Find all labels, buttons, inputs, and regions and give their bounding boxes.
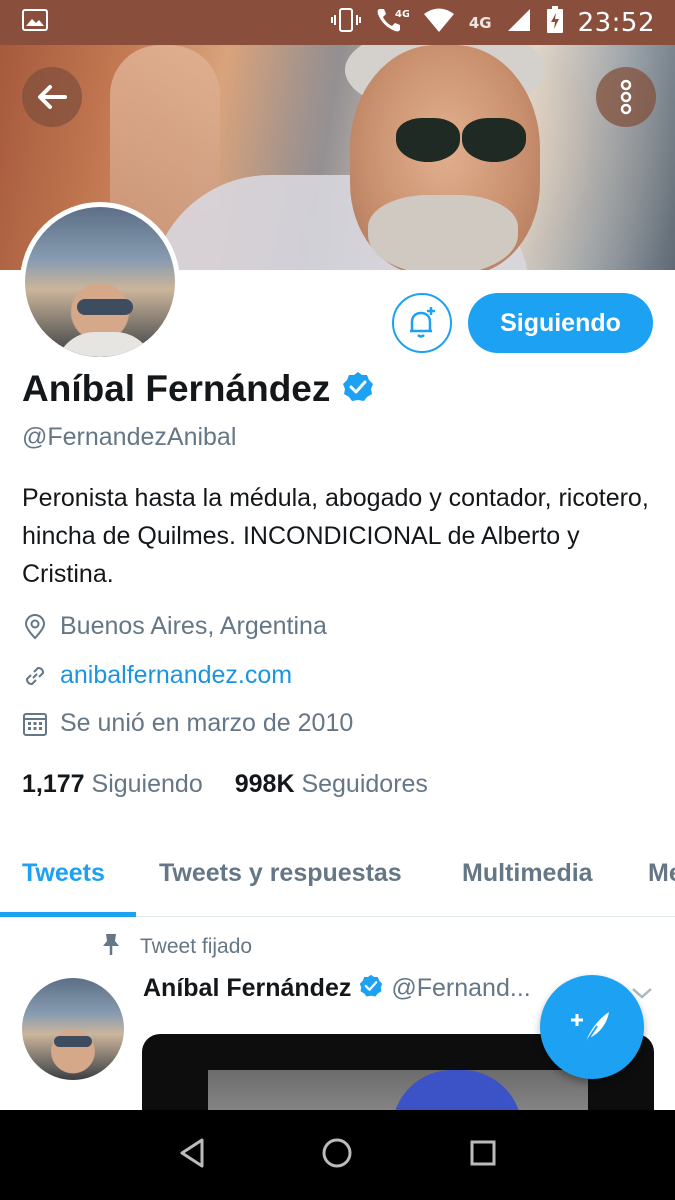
tab-media[interactable]: Multimedia [462, 830, 593, 916]
clock: 23:52 [577, 7, 655, 38]
svg-text:4G: 4G [395, 9, 409, 20]
website-link[interactable]: anibalfernandez.com [60, 661, 292, 690]
tweet-author-handle: @Fernand... [391, 974, 531, 1002]
tab-likes[interactable]: Me [648, 830, 675, 916]
following-count[interactable]: 1,177 Siguiendo [22, 770, 203, 799]
vibrate-icon [330, 7, 361, 38]
battery-icon [546, 6, 564, 39]
wifi-icon [423, 7, 455, 38]
status-bar: 4G 4G 23:52 [0, 0, 675, 45]
profile-avatar[interactable] [20, 202, 180, 362]
verified-badge-icon [342, 371, 374, 408]
profile-bio: Peronista hasta la médula, abogado y con… [22, 484, 649, 588]
profile-handle: @FernandezAnibal [22, 423, 237, 451]
tab-tweets-and-replies[interactable]: Tweets y respuestas [159, 830, 402, 916]
active-tab-indicator [0, 912, 136, 917]
following-button[interactable]: Siguiendo [468, 293, 653, 353]
system-navigation-bar [0, 1110, 675, 1200]
arrow-left-icon [38, 85, 67, 109]
followers-count-value: 998K [234, 770, 295, 798]
signal-icon [506, 7, 532, 38]
compose-feather-icon [571, 1012, 609, 1045]
tweet-verified-badge-icon [359, 974, 383, 1003]
profile-name-row: Aníbal Fernández [22, 368, 374, 410]
wifi-call-icon: 4G [375, 6, 410, 39]
location-pin-icon [22, 613, 48, 640]
more-options-button[interactable] [596, 67, 656, 127]
profile-tabs: Tweets Tweets y respuestas Multimedia Me [0, 830, 675, 917]
notifications-bell-button[interactable] [392, 293, 452, 353]
profile-join-date: Se unió en marzo de 2010 [22, 709, 353, 738]
bell-plus-icon [410, 307, 435, 338]
compose-tweet-button[interactable] [540, 975, 644, 1079]
tweet-author-name: Aníbal Fernández [143, 974, 352, 1002]
calendar-icon [22, 711, 48, 737]
follow-counts: 1,177 Siguiendo 998K Seguidores [22, 770, 428, 799]
recent-apps-square-icon[interactable] [469, 1139, 497, 1172]
home-circle-icon[interactable] [321, 1137, 353, 1174]
tweet-author-avatar[interactable] [22, 978, 124, 1080]
link-icon [22, 663, 48, 689]
image-icon [22, 9, 48, 36]
back-button[interactable] [22, 67, 82, 127]
profile-website: anibalfernandez.com [22, 661, 292, 690]
following-count-label: Siguiendo [91, 770, 203, 798]
pin-icon [100, 932, 122, 962]
back-triangle-icon[interactable] [178, 1137, 206, 1174]
profile-name: Aníbal Fernández [22, 368, 331, 409]
pinned-tweet-label: Tweet fijado [100, 932, 252, 962]
followers-count[interactable]: 998K Seguidores [235, 770, 428, 799]
join-date-text: Se unió en marzo de 2010 [60, 709, 354, 737]
more-vertical-icon [620, 79, 632, 115]
followers-count-label: Seguidores [301, 770, 428, 798]
tab-tweets[interactable]: Tweets [22, 830, 105, 916]
following-count-value: 1,177 [22, 770, 85, 798]
profile-location: Buenos Aires, Argentina [22, 612, 327, 641]
pinned-tweet-text: Tweet fijado [140, 935, 253, 958]
location-text: Buenos Aires, Argentina [60, 612, 327, 640]
network-type-label: 4G [468, 13, 492, 32]
tweet-header: Aníbal Fernández @Fernand... [143, 974, 563, 1003]
